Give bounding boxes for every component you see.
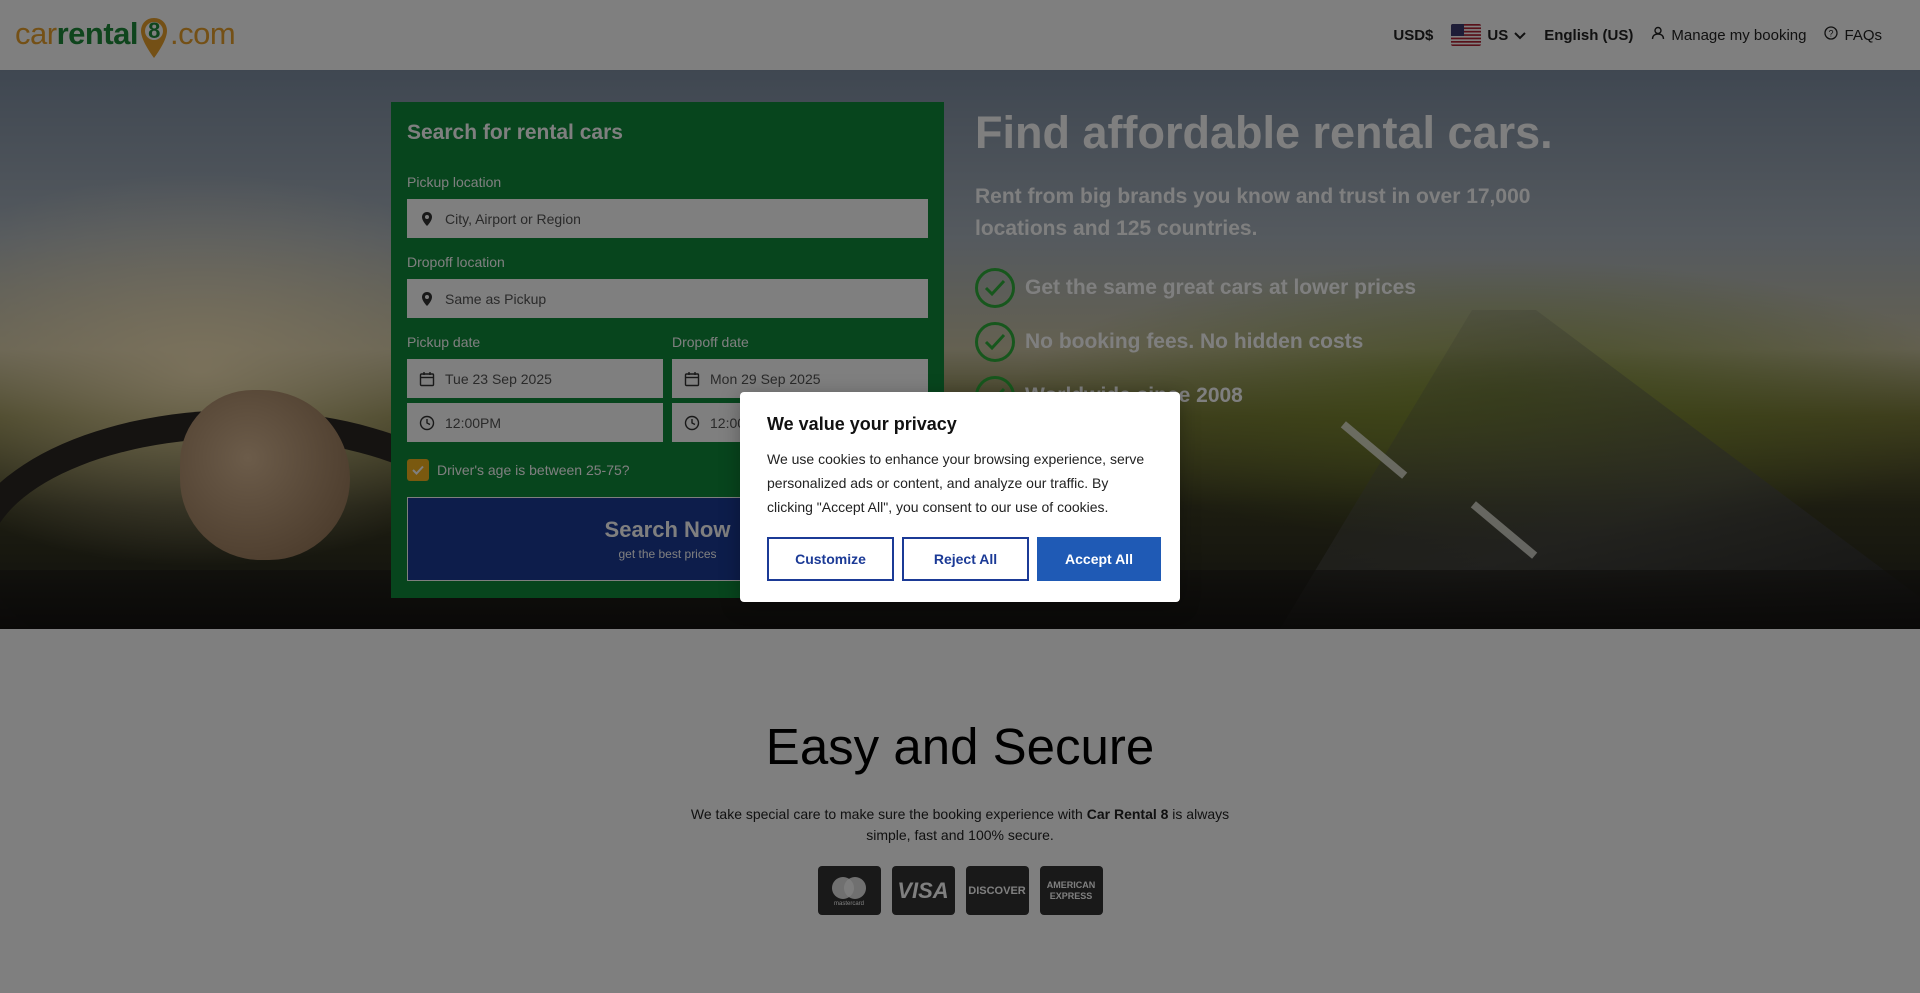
- customize-button[interactable]: Customize: [767, 537, 894, 581]
- cookie-title: We value your privacy: [767, 414, 957, 434]
- cookie-text: We use cookies to enhance your browsing …: [767, 451, 1145, 515]
- cookie-consent-dialog: We value your privacy We use cookies to …: [740, 392, 1180, 602]
- cookie-buttons: Customize Reject All Accept All: [767, 537, 1161, 581]
- reject-all-button[interactable]: Reject All: [902, 537, 1029, 581]
- accept-all-button[interactable]: Accept All: [1037, 537, 1161, 581]
